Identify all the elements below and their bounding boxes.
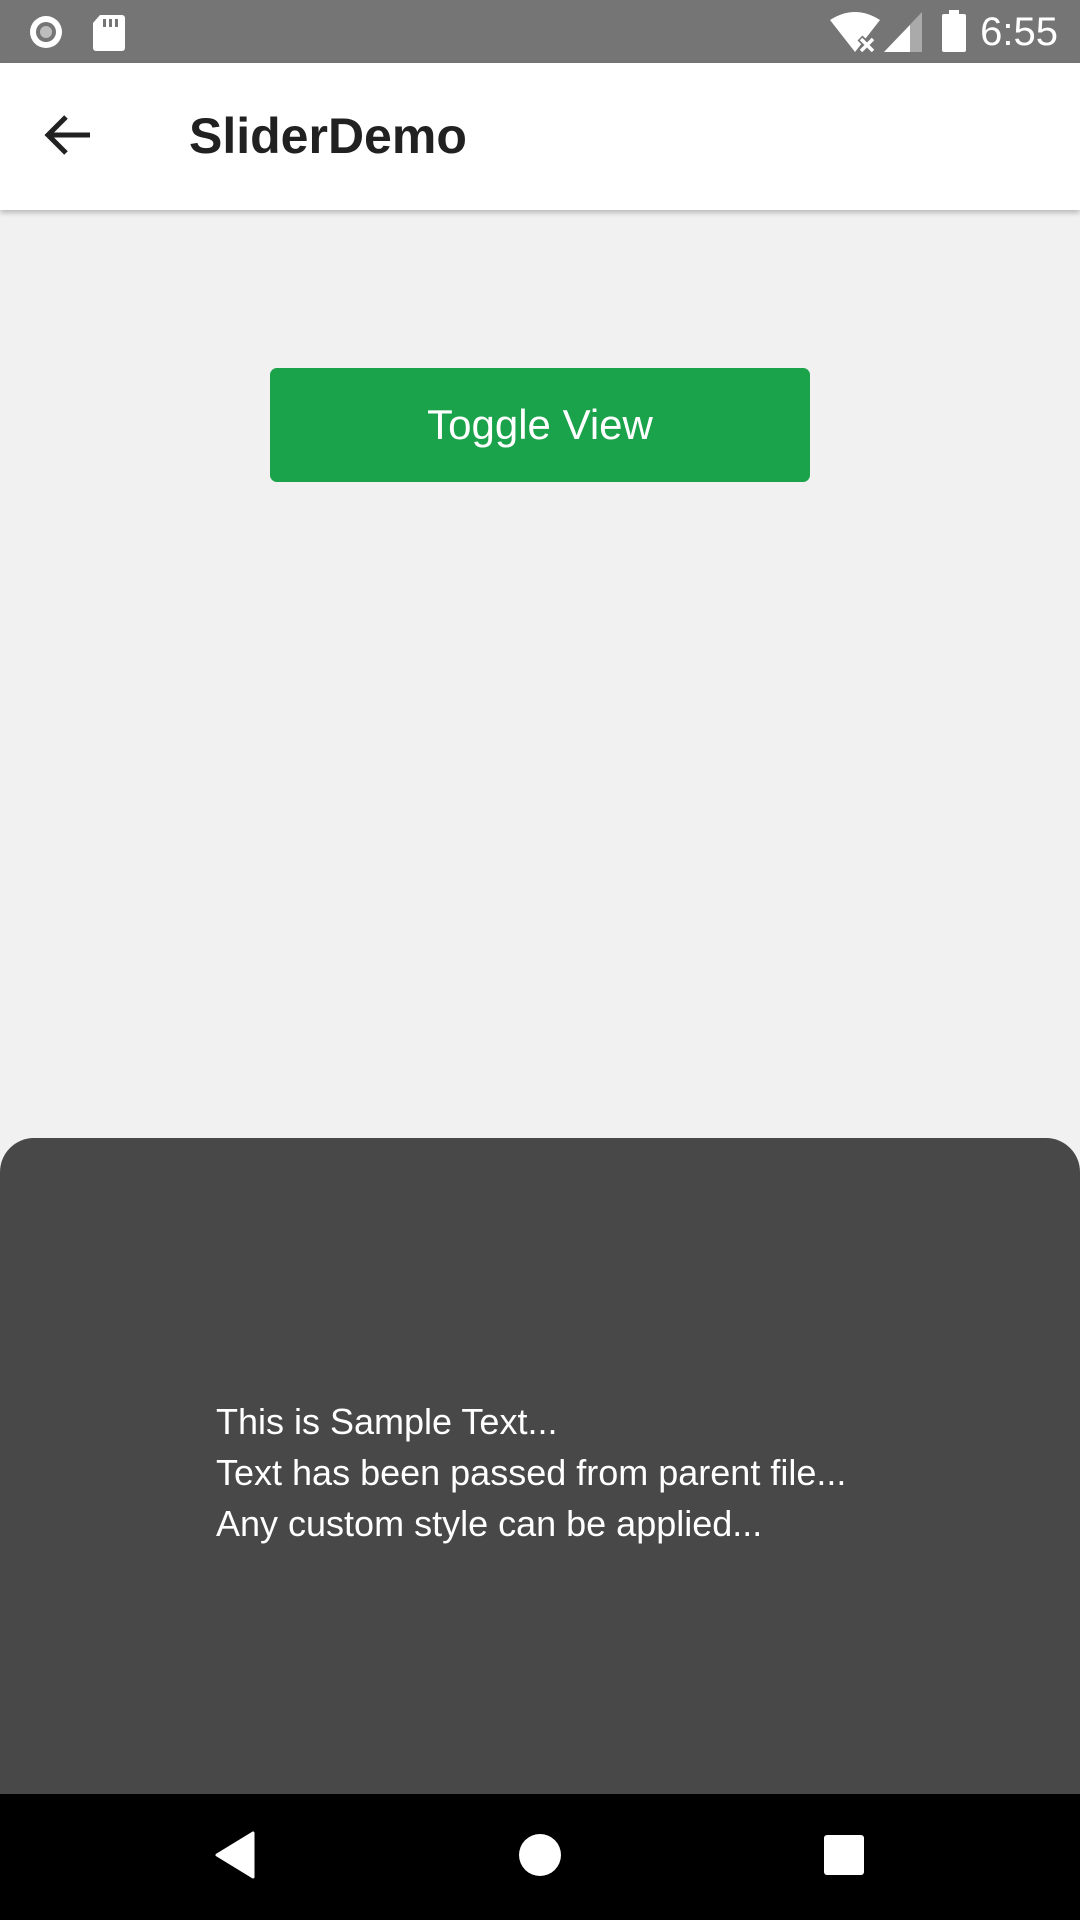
back-triangle-icon (213, 1831, 257, 1884)
home-circle-icon (518, 1833, 562, 1882)
navigation-bar (0, 1794, 1080, 1920)
app-bar: SliderDemo (0, 63, 1080, 210)
nav-recents-button[interactable] (804, 1817, 884, 1897)
sheet-text-line: This is Sample Text... (216, 1401, 558, 1442)
nav-home-button[interactable] (500, 1817, 580, 1897)
recents-square-icon (823, 1834, 865, 1881)
record-icon (26, 14, 66, 55)
battery-icon (941, 10, 967, 57)
cell-signal-icon (884, 12, 922, 57)
bottom-sheet: This is Sample Text... Text has been pas… (0, 1138, 1080, 1794)
wifi-no-internet-icon (830, 12, 880, 57)
screen: 6:55 SliderDemo Toggle View This is Samp… (0, 0, 1080, 1920)
back-button[interactable] (28, 105, 108, 169)
arrow-back-icon (44, 113, 92, 162)
toggle-view-button[interactable]: Toggle View (270, 368, 810, 482)
status-time: 6:55 (980, 10, 1058, 54)
sheet-text-line: Any custom style can be applied... (216, 1503, 763, 1544)
sd-card-icon (92, 14, 126, 57)
sheet-text-line: Text has been passed from parent file... (216, 1452, 847, 1493)
nav-back-button[interactable] (195, 1817, 275, 1897)
page-title: SliderDemo (189, 108, 467, 164)
sheet-text-block: This is Sample Text... Text has been pas… (216, 1396, 846, 1549)
status-bar: 6:55 (0, 0, 1080, 63)
